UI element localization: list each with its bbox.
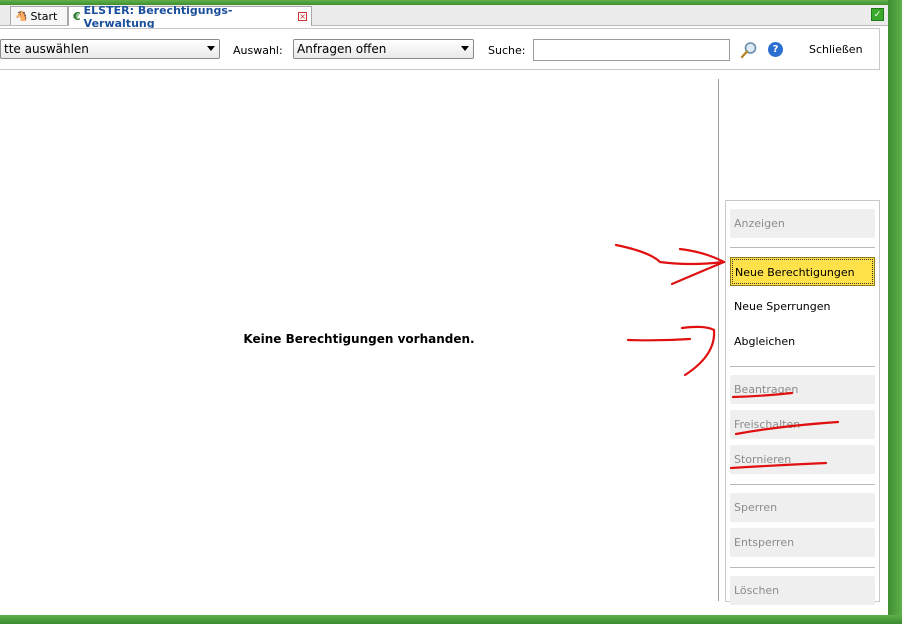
dropdown-arrow-icon xyxy=(461,46,469,51)
stornieren-button[interactable]: Stornieren xyxy=(730,445,875,474)
results-area: Keine Berechtigungen vorhanden. xyxy=(0,79,718,601)
chevron-down-icon[interactable]: ✓ xyxy=(871,8,884,21)
search-icon[interactable] xyxy=(740,41,758,59)
close-tab-icon[interactable]: × xyxy=(298,12,307,21)
action-panel: Anzeigen Neue Berechtigungen Neue Sperru… xyxy=(725,200,880,605)
app-window: 🐴 Start € ELSTER: Berechtigungs-Verwaltu… xyxy=(0,4,888,615)
separator xyxy=(730,484,875,485)
dropdown-arrow-icon xyxy=(207,46,215,51)
separator xyxy=(730,567,875,568)
tab-start[interactable]: 🐴 Start xyxy=(10,6,68,25)
window-frame-bottom xyxy=(0,615,902,624)
anzeigen-button[interactable]: Anzeigen xyxy=(730,209,875,238)
toolbar: tte auswählen Auswahl: Anfragen offen Su… xyxy=(0,28,880,70)
tab-berechtigungs-verwaltung-label: ELSTER: Berechtigungs-Verwaltung xyxy=(83,3,233,30)
elster-icon: € xyxy=(73,10,81,23)
sperren-button[interactable]: Sperren xyxy=(730,493,875,522)
tab-berechtigungs-verwaltung[interactable]: € ELSTER: Berechtigungs-Verwaltung × xyxy=(68,4,312,30)
first-combo-value: tte auswählen xyxy=(4,42,89,56)
window-frame-right xyxy=(888,0,902,624)
empty-message: Keine Berechtigungen vorhanden. xyxy=(243,332,475,346)
freischalten-button[interactable]: Freischalten xyxy=(730,410,875,439)
suche-label: Suche: xyxy=(488,44,526,57)
separator xyxy=(730,247,875,248)
close-button[interactable]: Schließen xyxy=(809,43,863,56)
loeschen-button[interactable]: Löschen xyxy=(730,576,875,605)
help-icon[interactable]: ? xyxy=(768,42,783,57)
neue-sperrungen-button[interactable]: Neue Sperrungen xyxy=(730,292,875,321)
first-combo[interactable]: tte auswählen xyxy=(0,39,220,59)
tab-bar: 🐴 Start € ELSTER: Berechtigungs-Verwaltu… xyxy=(0,4,888,30)
auswahl-label: Auswahl: xyxy=(233,44,283,57)
neue-berechtigungen-button[interactable]: Neue Berechtigungen xyxy=(730,257,875,286)
separator xyxy=(730,366,875,367)
home-icon: 🐴 xyxy=(15,10,28,22)
tab-start-label: Start xyxy=(30,9,58,23)
vertical-divider xyxy=(718,79,719,601)
beantragen-button[interactable]: Beantragen xyxy=(730,375,875,404)
entsperren-button[interactable]: Entsperren xyxy=(730,528,875,557)
auswahl-select[interactable]: Anfragen offen xyxy=(293,39,474,59)
auswahl-value: Anfragen offen xyxy=(297,42,387,56)
abgleichen-button[interactable]: Abgleichen xyxy=(730,327,875,356)
search-input[interactable] xyxy=(533,39,730,61)
